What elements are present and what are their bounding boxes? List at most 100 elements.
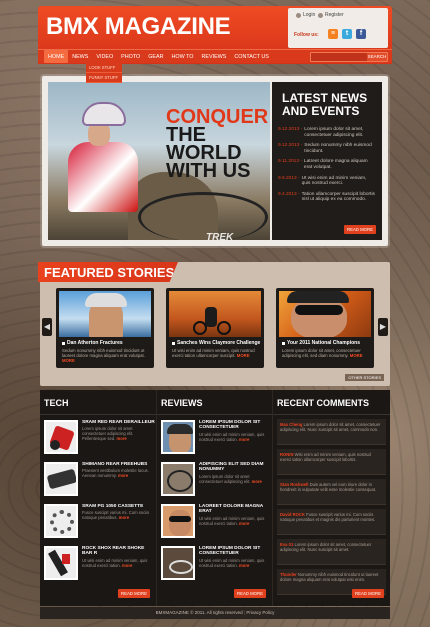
news-item[interactable]: 9.12.2013 - Lorem ipsum dolor sit amet, c… — [278, 127, 376, 138]
item-text: Ut wisi enim ad minim veniam, quis nostr… — [199, 431, 265, 442]
news-date: 9.12.2013 - — [278, 127, 303, 132]
register-link[interactable]: Register — [318, 12, 344, 18]
news-item[interactable]: 9.12.2013 - Sedum nonummy nibh euismod ti… — [278, 143, 376, 154]
news-text: Latreet dolore magna aliquam erat volutp… — [303, 159, 368, 170]
facebook-icon[interactable]: f — [356, 29, 366, 39]
news-item[interactable]: 9.4.2013 - Tation ullamcorper suscipit lo… — [278, 192, 376, 203]
hero-title-line3: WITH US — [166, 160, 251, 182]
featured-card[interactable]: Your 2011 National Champions Lorem ipsum… — [276, 288, 374, 368]
featured-image — [169, 291, 261, 337]
site-logo[interactable]: BMX MAGAZINE — [46, 13, 231, 41]
more-link[interactable]: more — [252, 479, 262, 484]
review-item[interactable]: LOREM IPSUM DOLOR SIT CONSECTETUER Ut wis… — [161, 420, 272, 457]
comment-item[interactable]: Eva 01 Lorem ipsum dolor sit amet, conse… — [277, 539, 386, 565]
more-link[interactable]: MORE — [62, 358, 75, 363]
comment-item[interactable]: David ROCK Fusce suscipit varius mi. Cum… — [277, 509, 386, 535]
review-thumbnail — [161, 504, 195, 538]
news-date: 9.4.2013 - — [278, 191, 300, 197]
more-link[interactable]: more — [239, 563, 249, 568]
news-date: 9.11.2013 - — [278, 159, 302, 165]
nav-news[interactable]: NEWS — [68, 50, 92, 63]
user-icon — [296, 12, 301, 18]
other-stories-button[interactable]: OTHER STORIES — [345, 374, 384, 381]
register-label: Register — [325, 12, 344, 18]
comments-heading: RECENT COMMENTS — [273, 390, 390, 415]
featured-card[interactable]: Sanches Wins Claymore Challenge Ut wisi … — [166, 288, 264, 368]
news-item[interactable]: 9.11.2013 - Latreet dolore magna aliquam … — [278, 159, 376, 170]
more-link[interactable]: more — [239, 437, 249, 442]
news-text: Ut wisi enim ad minim veniam, quis nostr… — [301, 175, 367, 187]
review-item[interactable]: LAOREET DOLORE MAGNA ERAT Ut wisi enim ad… — [161, 504, 272, 541]
shock-thumbnail — [44, 546, 78, 580]
more-link[interactable]: more — [239, 521, 249, 526]
news-text: Sedum nonummy nibh euismod tincidunt. — [304, 143, 372, 154]
nav-video[interactable]: VIDEO — [92, 50, 117, 63]
item-title: SRAM RED REAR DERAILLEUR — [82, 420, 155, 425]
tech-item[interactable]: ROCK SHOX REAR SHOKE BAR R Ut wisi enim a… — [44, 546, 156, 583]
tech-item[interactable]: SRAM PG 1050 CASSETTE Fusce suscipit vari… — [44, 504, 156, 541]
copyright-text: BMXMAGAZINE © 2011. All rights reserved — [155, 610, 243, 615]
more-link[interactable]: more — [122, 563, 132, 568]
tech-item[interactable]: SRAM RED REAR DERAILLEUR Lorem ipsum dolo… — [44, 420, 156, 457]
reviews-read-more-button[interactable]: READ MORE — [233, 589, 266, 598]
tech-read-more-button[interactable]: READ MORE — [117, 589, 150, 598]
hero-slider: CONQUER THE WORLD WITH US TREK LATEST NE… — [42, 76, 388, 246]
more-link[interactable]: MORE — [237, 353, 250, 358]
news-date: 9.12.2013 - — [278, 143, 303, 149]
hero-photo[interactable]: CONQUER THE WORLD WITH US TREK — [48, 82, 270, 240]
featured-title: Dan Atherton Fractures — [62, 340, 151, 346]
twitter-icon[interactable]: t — [342, 29, 352, 39]
nav-contact-us[interactable]: CONTACT US — [230, 50, 273, 63]
nav-reviews[interactable]: REVIEWS — [197, 50, 230, 63]
nav-photo[interactable]: PHOTO — [117, 50, 144, 63]
tech-item[interactable]: SHIMANO REAR FREEHUBS Praesent vestibulum… — [44, 462, 156, 499]
hero-title: CONQUER THE WORLD WITH US — [166, 107, 270, 182]
more-link[interactable]: more — [119, 515, 129, 520]
bottom-section: TECH SRAM RED REAR DERAILLEUR Lorem ipsum… — [40, 390, 390, 606]
featured-heading-banner: FEATURED STORIES — [38, 262, 178, 282]
item-title: ROCK SHOX REAR SHOKE BAR R — [82, 546, 145, 557]
comment-text: Wisi enim ad minim veniam, quis nostrud … — [280, 452, 371, 462]
comment-item[interactable]: Stan Rockwell Duis autem vel eum iriure … — [277, 479, 386, 505]
review-item[interactable]: ADIPISCING ELIT SED DIAM NONUMMY Lorem ip… — [161, 462, 272, 499]
cassette-thumbnail — [44, 504, 78, 538]
review-item[interactable]: LOREM IPSUM DOLOR SIT CONSECTETUER Ut wis… — [161, 546, 272, 583]
news-heading: LATEST NEWS AND EVENTS — [282, 91, 368, 118]
review-thumbnail — [161, 420, 195, 454]
chevron-left-icon[interactable]: ◀ — [42, 318, 52, 336]
news-read-more-button[interactable]: READ MORE — [343, 225, 376, 234]
rss-icon[interactable]: ≡ — [328, 29, 338, 39]
more-link[interactable]: more — [116, 436, 126, 441]
featured-stories: FEATURED STORIES ◀ ▶ Dan Atherton Fractu… — [38, 262, 390, 386]
comment-item[interactable]: RONIN Wisi enim ad minim veniam, quis no… — [277, 449, 386, 475]
news-item[interactable]: 9.6.2013 - Ut wisi enim ad minim veniam, … — [278, 176, 376, 187]
more-link[interactable]: more — [118, 473, 128, 478]
privacy-policy-link[interactable]: Privacy Policy — [246, 610, 274, 615]
nav-how-to[interactable]: HOW TO — [168, 50, 198, 63]
comment-text: Lorem ipsum dolor sit amet, consectetuer… — [280, 542, 372, 552]
nav-gear[interactable]: GEAR — [144, 50, 167, 63]
chevron-right-icon[interactable]: ▶ — [378, 318, 388, 336]
reviews-column: REVIEWS LOREM IPSUM DOLOR SIT CONSECTETU… — [156, 390, 272, 606]
dropdown-item[interactable]: FUNNY STUFF — [86, 73, 122, 83]
featured-heading: FEATURED STORIES — [44, 265, 175, 280]
dropdown-item[interactable]: LOOK STUFF — [86, 63, 122, 73]
item-text: Praesent vestibulum molestie lacus. Aene… — [82, 468, 149, 479]
featured-title: Your 2011 National Champions — [282, 340, 371, 346]
item-text: Lorem ipsum dolor sit amet consectetuer … — [82, 426, 134, 442]
search-button[interactable]: SEARCH — [367, 53, 387, 61]
comment-item[interactable]: Max Cheng Lorem ipsum dolor sit amet, co… — [277, 419, 386, 445]
more-link[interactable]: MORE — [350, 353, 363, 358]
login-link[interactable]: Login — [296, 12, 315, 18]
tech-heading: TECH — [40, 390, 156, 415]
rider-figure — [68, 102, 138, 240]
search-input[interactable]: SEARCH — [310, 52, 388, 62]
comments-read-more-button[interactable]: READ MORE — [351, 589, 384, 598]
item-title: SHIMANO REAR FREEHUBS — [82, 462, 148, 467]
featured-text: Ut wisi enim ad minim veniam, quis nostr… — [172, 348, 255, 359]
featured-card[interactable]: Dan Atherton Fractures Sedum nonummy nib… — [56, 288, 154, 368]
item-text: Lorem ipsum dolor sit amet consectetuer … — [199, 473, 262, 484]
nav-home[interactable]: HOME — [44, 50, 69, 63]
news-date: 9.6.2013 - — [278, 175, 300, 181]
item-title: LAOREET DOLORE MAGNA ERAT — [199, 504, 264, 515]
